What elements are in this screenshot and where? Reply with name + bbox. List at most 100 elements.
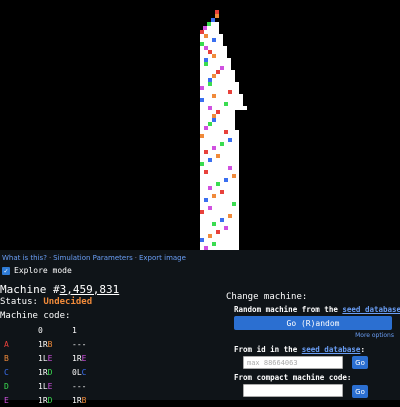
- go-random-button[interactable]: Go (R)andom: [234, 316, 392, 330]
- transition-action: 1R: [38, 339, 48, 349]
- tape-row: [200, 194, 239, 198]
- tape-row: [200, 214, 239, 218]
- machine-id-link[interactable]: 3,459,831: [60, 283, 120, 296]
- head-cell: [212, 222, 216, 226]
- head-cell: [208, 234, 212, 238]
- head-cell: [228, 166, 232, 170]
- head-cell: [204, 170, 208, 174]
- head-cell: [203, 26, 207, 30]
- transition-target-state: B: [81, 395, 87, 405]
- head-cell: [212, 194, 216, 198]
- code-row-c: C 1RD 0LC: [4, 365, 106, 379]
- code-header-state: [4, 323, 38, 337]
- from-id-suffix: :: [360, 345, 365, 354]
- tape-row: [200, 82, 239, 86]
- head-cell: [204, 58, 208, 62]
- transition-action: 1L: [38, 353, 48, 363]
- code-row-b: B 1LE 1RE: [4, 351, 106, 365]
- head-cell: [216, 154, 220, 158]
- head-cell: [208, 122, 212, 126]
- tape-row: [200, 206, 239, 210]
- head-cell: [212, 54, 216, 58]
- go-compact-button[interactable]: Go: [352, 385, 368, 398]
- tape-row: [200, 34, 223, 38]
- go-id-button[interactable]: Go: [352, 356, 368, 369]
- status-value: Undecided: [43, 297, 93, 307]
- head-cell: [212, 74, 216, 78]
- transition-action: 1R: [72, 353, 82, 363]
- tape-row: [200, 146, 239, 150]
- transition-1: 1RE: [72, 351, 106, 365]
- head-cell: [204, 34, 208, 38]
- head-cell: [211, 18, 215, 22]
- controls-panel: What is this? · Simulation Parameters · Expo…: [0, 250, 400, 405]
- tape-row: [200, 50, 227, 54]
- seed-database-link[interactable]: seed database: [342, 305, 400, 314]
- machine-prefix: Machine #: [0, 283, 60, 296]
- status-row: Status: Undecided: [0, 297, 92, 307]
- head-cell: [212, 94, 216, 98]
- tape-row: [200, 178, 239, 182]
- head-cell: [200, 42, 204, 46]
- from-id-prefix: From id in the: [234, 345, 298, 354]
- head-cell: [220, 190, 224, 194]
- tape-row: [200, 142, 239, 146]
- tape-row: [200, 222, 239, 226]
- tape-row: [200, 38, 223, 42]
- simulation-parameters-link[interactable]: Simulation Parameters: [53, 254, 133, 262]
- code-row-d: D 1LE ---: [4, 379, 106, 393]
- transition-1: ---: [72, 337, 106, 351]
- transition-0: 1LE: [38, 351, 72, 365]
- head-cell: [212, 118, 216, 122]
- tape-row: [200, 114, 235, 118]
- head-cell: [216, 230, 220, 234]
- head-cell: [212, 38, 216, 42]
- seed-database-link-2[interactable]: seed database: [302, 345, 361, 354]
- head-cell: [216, 110, 220, 114]
- head-cell: [200, 86, 204, 90]
- transition-target-state: D: [47, 395, 53, 405]
- explore-mode-checkbox[interactable]: ✓: [2, 266, 10, 275]
- compact-code-input[interactable]: [243, 384, 343, 397]
- space-time-canvas: [200, 10, 247, 250]
- tape-row: [200, 98, 243, 102]
- head-cell: [204, 62, 208, 66]
- head-cell: [208, 50, 212, 54]
- link-separator: ·: [48, 254, 52, 262]
- head-cell: [208, 186, 212, 190]
- state-label: D: [4, 381, 9, 391]
- explore-mode-row[interactable]: ✓ Explore mode: [2, 266, 72, 275]
- machine-id-input[interactable]: [243, 356, 343, 369]
- more-options-link[interactable]: More options: [355, 332, 394, 339]
- transition-0: 1LE: [38, 379, 72, 393]
- tape-row: [200, 242, 239, 246]
- tape-row: [200, 90, 239, 94]
- random-machine-label: Random machine from the seed database:: [234, 305, 400, 314]
- tape-row: [200, 162, 239, 166]
- head-cell: [216, 182, 220, 186]
- tape-row: [200, 122, 235, 126]
- tape-row: [200, 190, 239, 194]
- tape-row: [200, 186, 239, 190]
- tape-row: [200, 166, 239, 170]
- what-is-this-link[interactable]: What is this?: [2, 254, 47, 262]
- head-cell: [207, 22, 211, 26]
- head-cell: [204, 150, 208, 154]
- head-cell: [224, 102, 228, 106]
- tape-row: [200, 106, 247, 110]
- transition-0: 1RD: [38, 393, 72, 407]
- transition-target-state: E: [81, 353, 87, 363]
- head-cell: [200, 134, 204, 138]
- head-cell: [204, 126, 208, 130]
- transition-1: ---: [72, 379, 106, 393]
- top-links: What is this? · Simulation Parameters · Expo…: [2, 254, 186, 262]
- machine-code-table: 0 1 A 1RB --- B 1LE 1RE C 1RD 0LC D 1LE --- E 1RD 1RB: [4, 323, 106, 407]
- export-image-link[interactable]: Export image: [139, 254, 186, 262]
- status-label: Status:: [0, 297, 38, 307]
- head-cell: [204, 198, 208, 202]
- head-cell: [216, 70, 220, 74]
- state-label: A: [4, 339, 9, 349]
- transition-target-state: E: [47, 381, 53, 391]
- transition-action: 1R: [72, 395, 82, 405]
- transition-action: 1L: [38, 381, 48, 391]
